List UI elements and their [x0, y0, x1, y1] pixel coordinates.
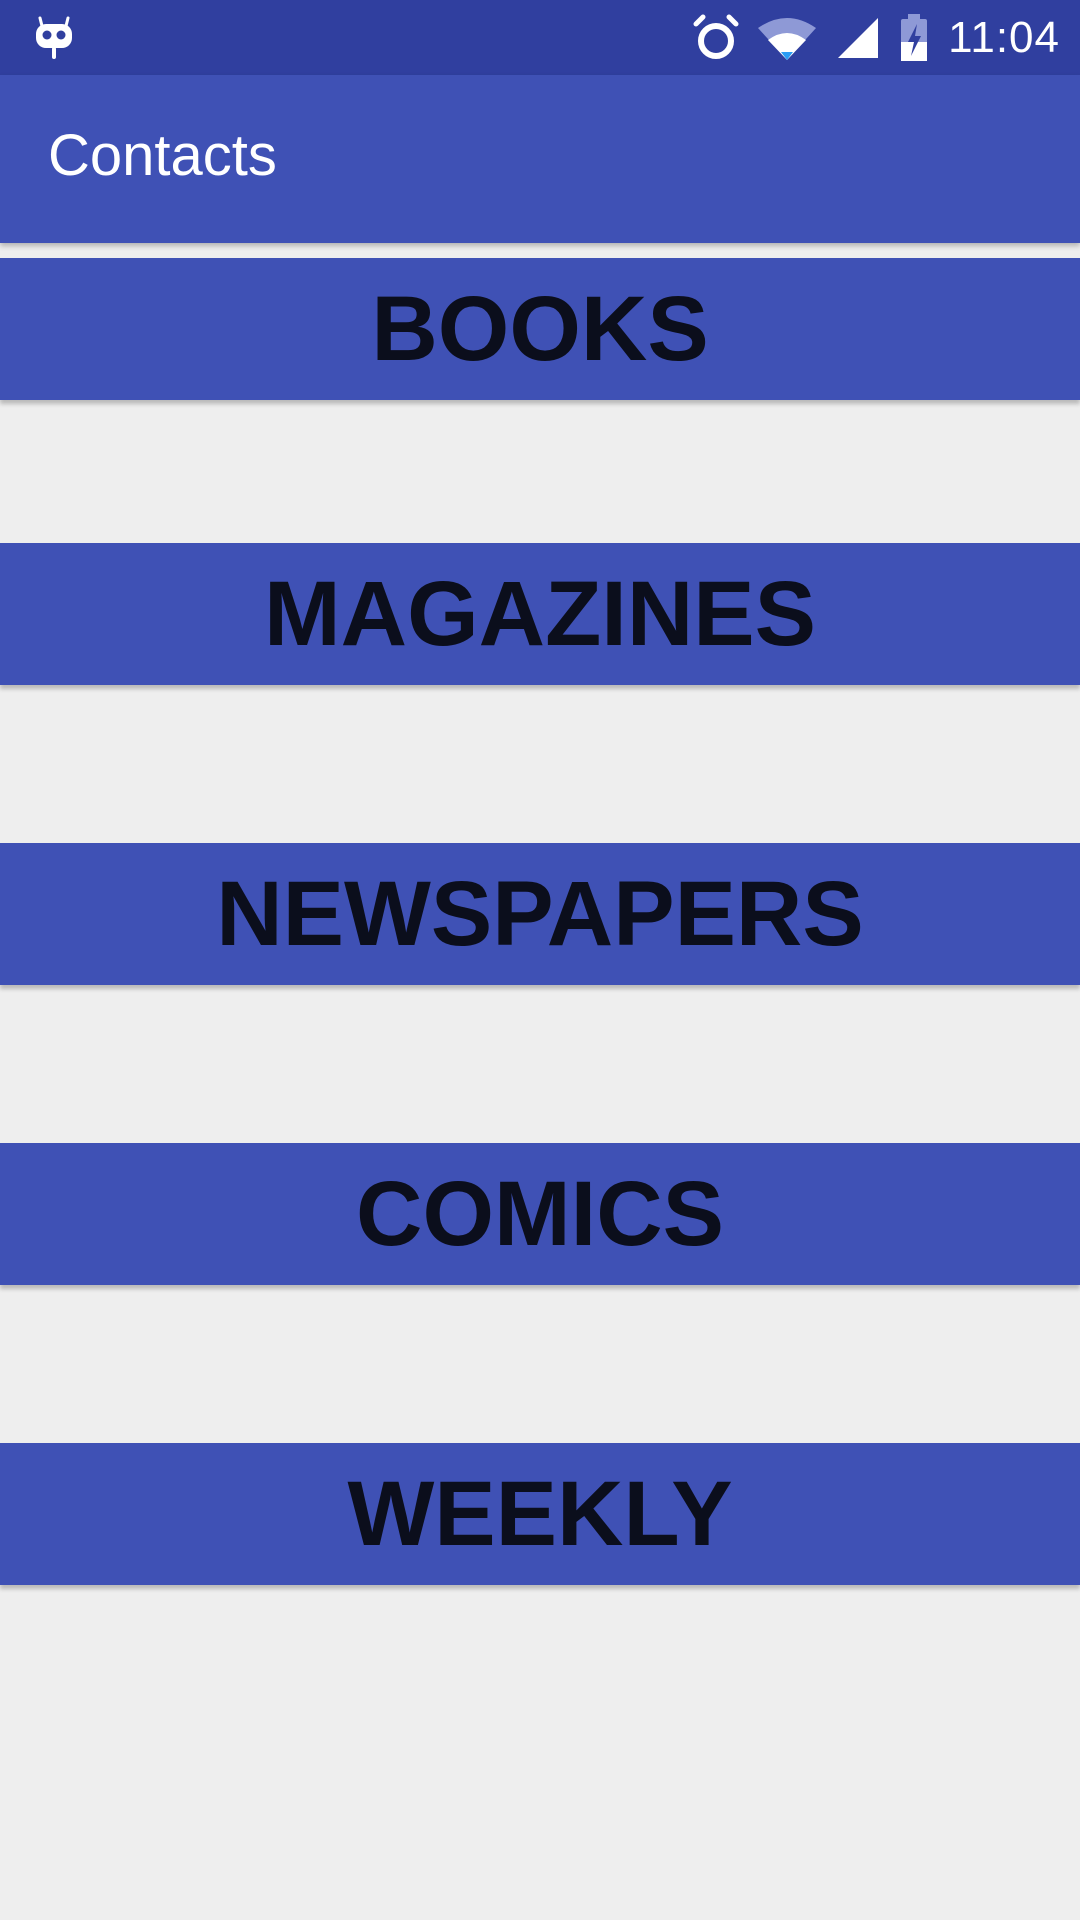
magazines-label: MAGAZINES [264, 563, 816, 665]
magazines-button[interactable]: MAGAZINES [0, 543, 1080, 685]
comics-label: COMICS [356, 1163, 724, 1265]
status-icons: 11:04 [690, 0, 1060, 75]
status-time: 11:04 [948, 12, 1060, 62]
alarm-icon [690, 12, 742, 64]
cell-signal-icon [832, 12, 884, 64]
app-title: Contacts [48, 123, 277, 188]
wifi-icon [756, 12, 818, 64]
books-button[interactable]: BOOKS [0, 258, 1080, 400]
newspapers-label: NEWSPAPERS [216, 863, 864, 965]
cyanogenmod-icon [30, 14, 78, 62]
newspapers-button[interactable]: NEWSPAPERS [0, 843, 1080, 985]
status-bar: 11:04 [0, 0, 1080, 75]
app-bar: Contacts [0, 75, 1080, 243]
weekly-button[interactable]: WEEKLY [0, 1443, 1080, 1585]
battery-charging-icon [898, 12, 930, 64]
books-label: BOOKS [371, 278, 709, 380]
comics-button[interactable]: COMICS [0, 1143, 1080, 1285]
weekly-label: WEEKLY [347, 1463, 733, 1565]
